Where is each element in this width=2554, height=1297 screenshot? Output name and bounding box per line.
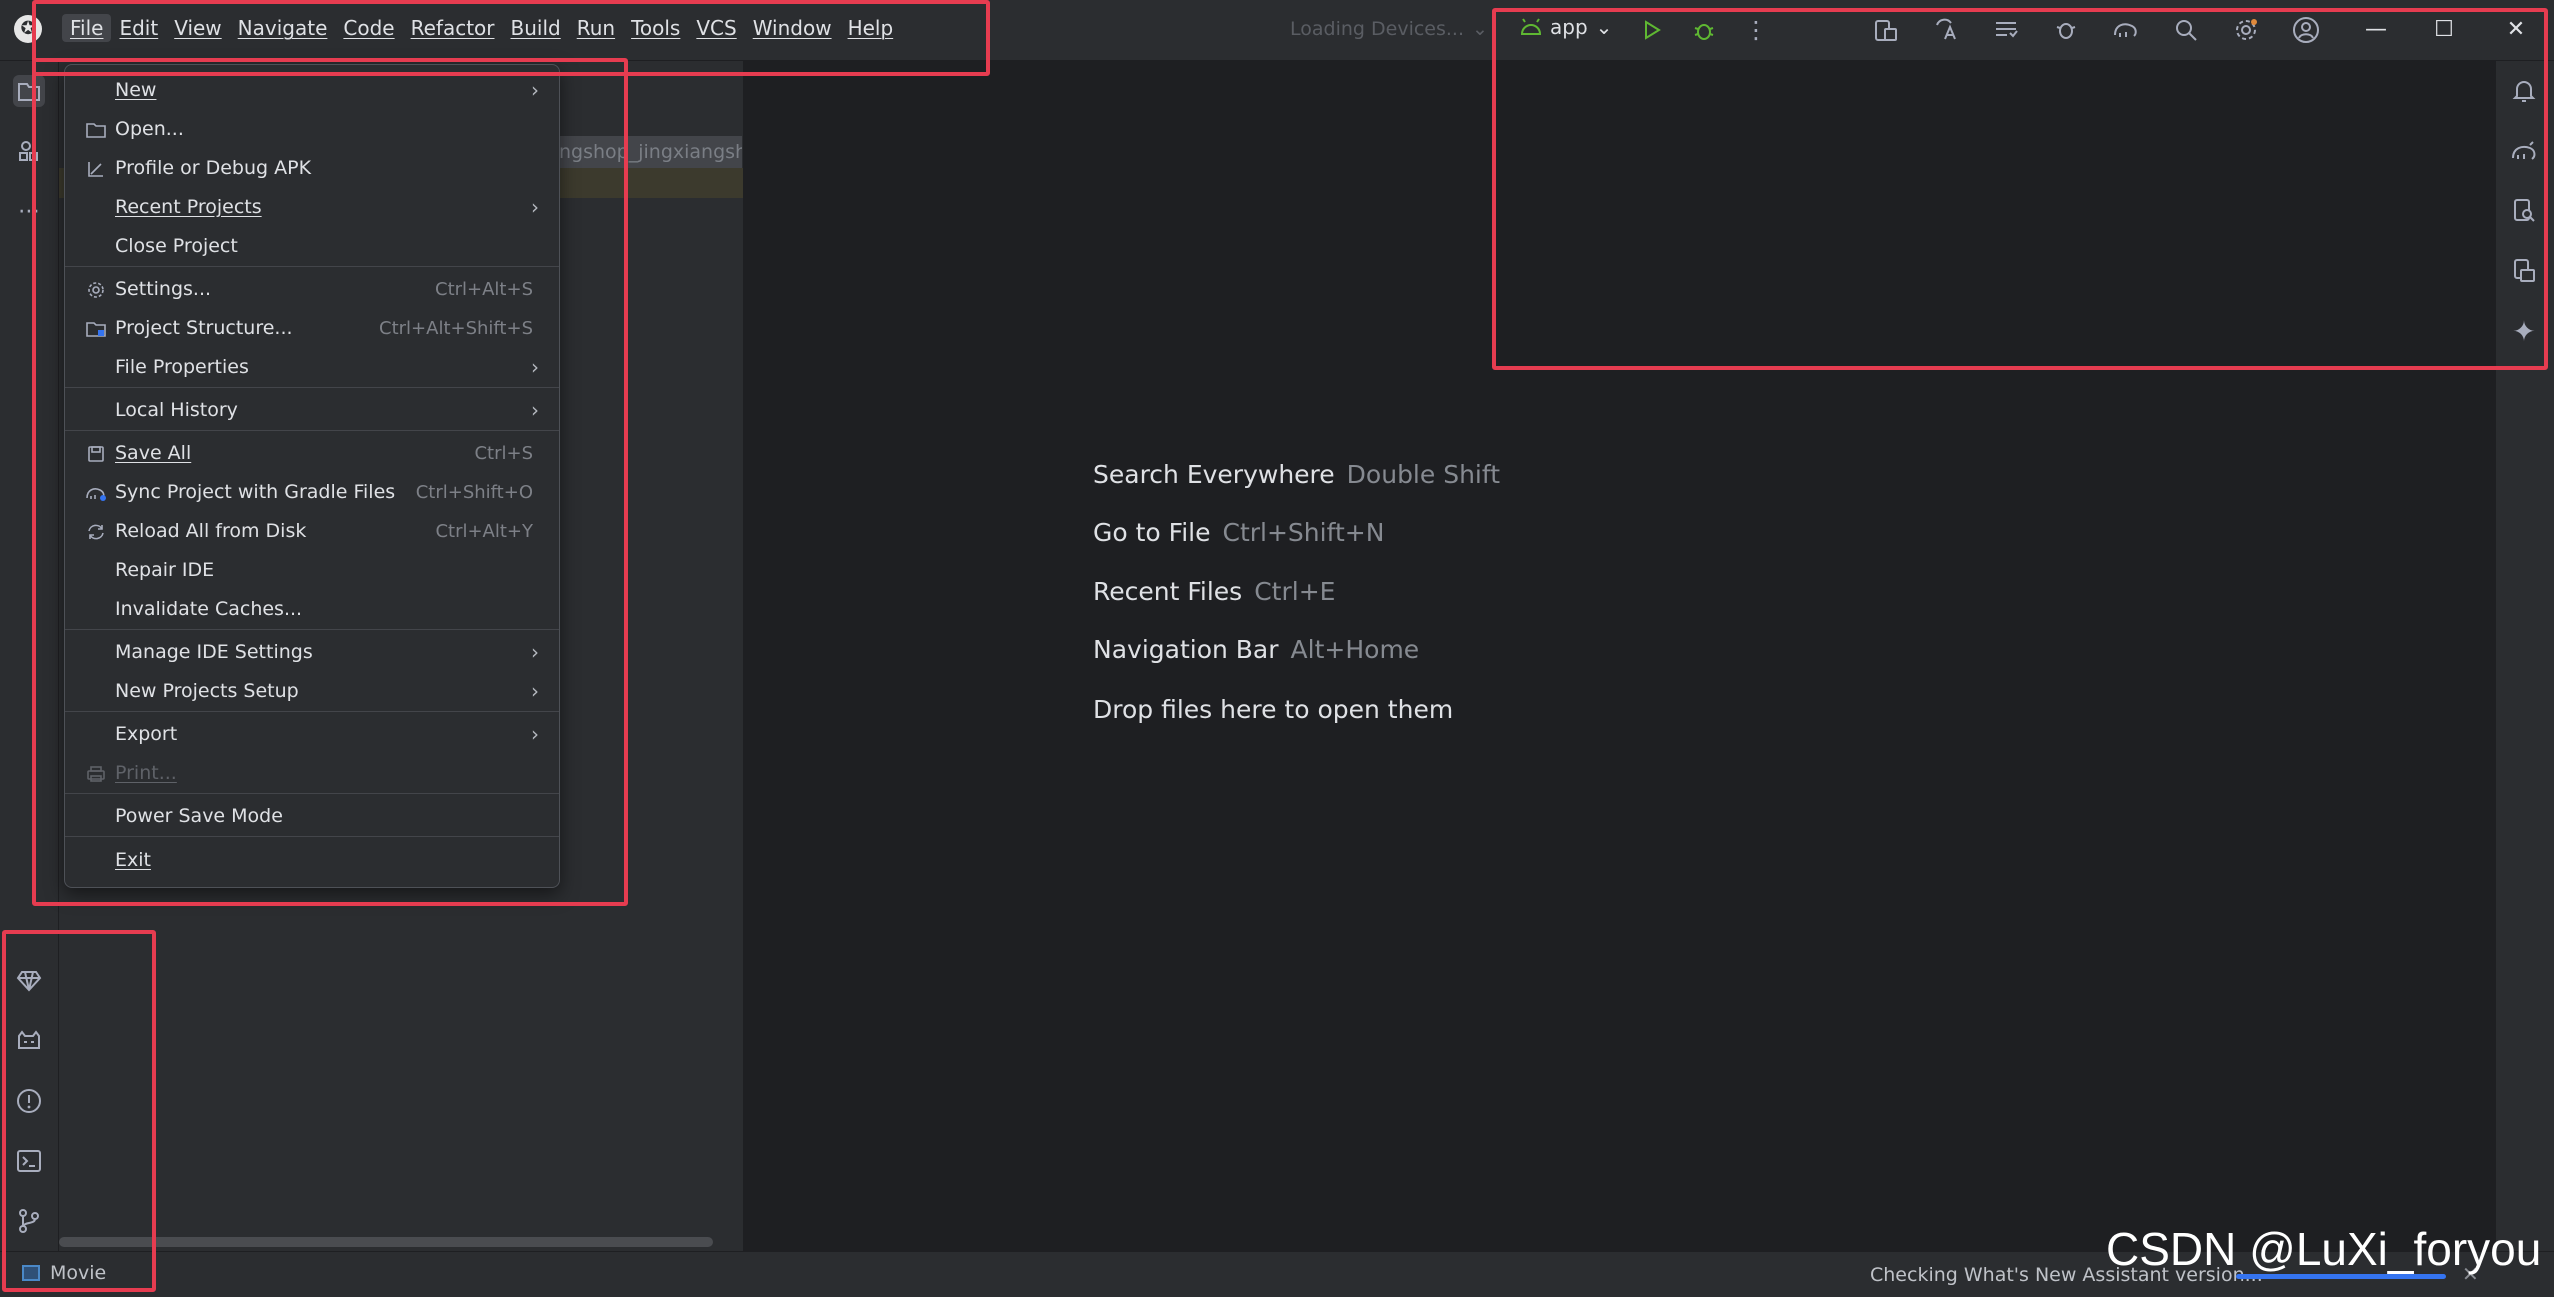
hint-shortcut: Double Shift xyxy=(1346,460,1501,489)
chevron-down-icon: ⌄ xyxy=(1472,18,1488,40)
annotation-box-toolbar xyxy=(1492,8,2548,370)
device-selector-label: Loading Devices... xyxy=(1290,18,1464,40)
hint-action: Recent Files xyxy=(1093,577,1243,606)
hint-action: Search Everywhere xyxy=(1093,460,1335,489)
csdn-watermark: CSDN @LuXi_foryou xyxy=(2106,1223,2542,1275)
hint-action: Go to File xyxy=(1093,518,1211,547)
hint-shortcut: Alt+Home xyxy=(1290,635,1420,664)
hint-action: Drop files here to open them xyxy=(1093,695,1454,724)
hint-navigation-bar: Navigation Bar Alt+Home xyxy=(1093,635,1419,664)
annotation-box-file-menu xyxy=(32,58,628,906)
hint-drop-files: Drop files here to open them xyxy=(1093,695,1453,724)
hint-search-everywhere: Search Everywhere Double Shift xyxy=(1093,460,1500,489)
annotation-box-left-tools xyxy=(2,930,156,1292)
hint-recent-files: Recent Files Ctrl+E xyxy=(1093,577,1335,606)
hint-go-to-file: Go to File Ctrl+Shift+N xyxy=(1093,518,1384,547)
hint-shortcut: Ctrl+E xyxy=(1254,577,1336,606)
hint-action: Navigation Bar xyxy=(1093,635,1279,664)
horizontal-scrollbar[interactable] xyxy=(59,1237,713,1247)
device-selector[interactable]: Loading Devices... ⌄ xyxy=(1290,18,1488,40)
hint-shortcut: Ctrl+Shift+N xyxy=(1222,518,1385,547)
